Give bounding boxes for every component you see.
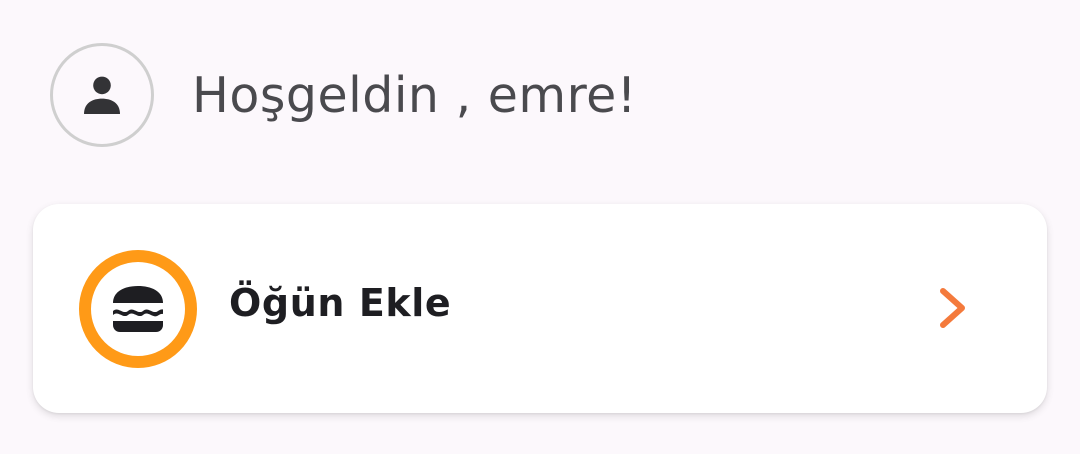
person-icon [84, 76, 120, 114]
add-meal-card[interactable]: Öğün Ekle [33, 204, 1047, 413]
avatar[interactable] [50, 43, 154, 147]
burger-icon [113, 286, 163, 332]
meal-icon-badge [79, 250, 197, 368]
add-meal-label: Öğün Ekle [229, 281, 452, 325]
chevron-right-icon[interactable] [931, 286, 975, 330]
welcome-header: Hoşgeldin , emre! [50, 43, 637, 147]
greeting-text: Hoşgeldin , emre! [192, 66, 637, 124]
